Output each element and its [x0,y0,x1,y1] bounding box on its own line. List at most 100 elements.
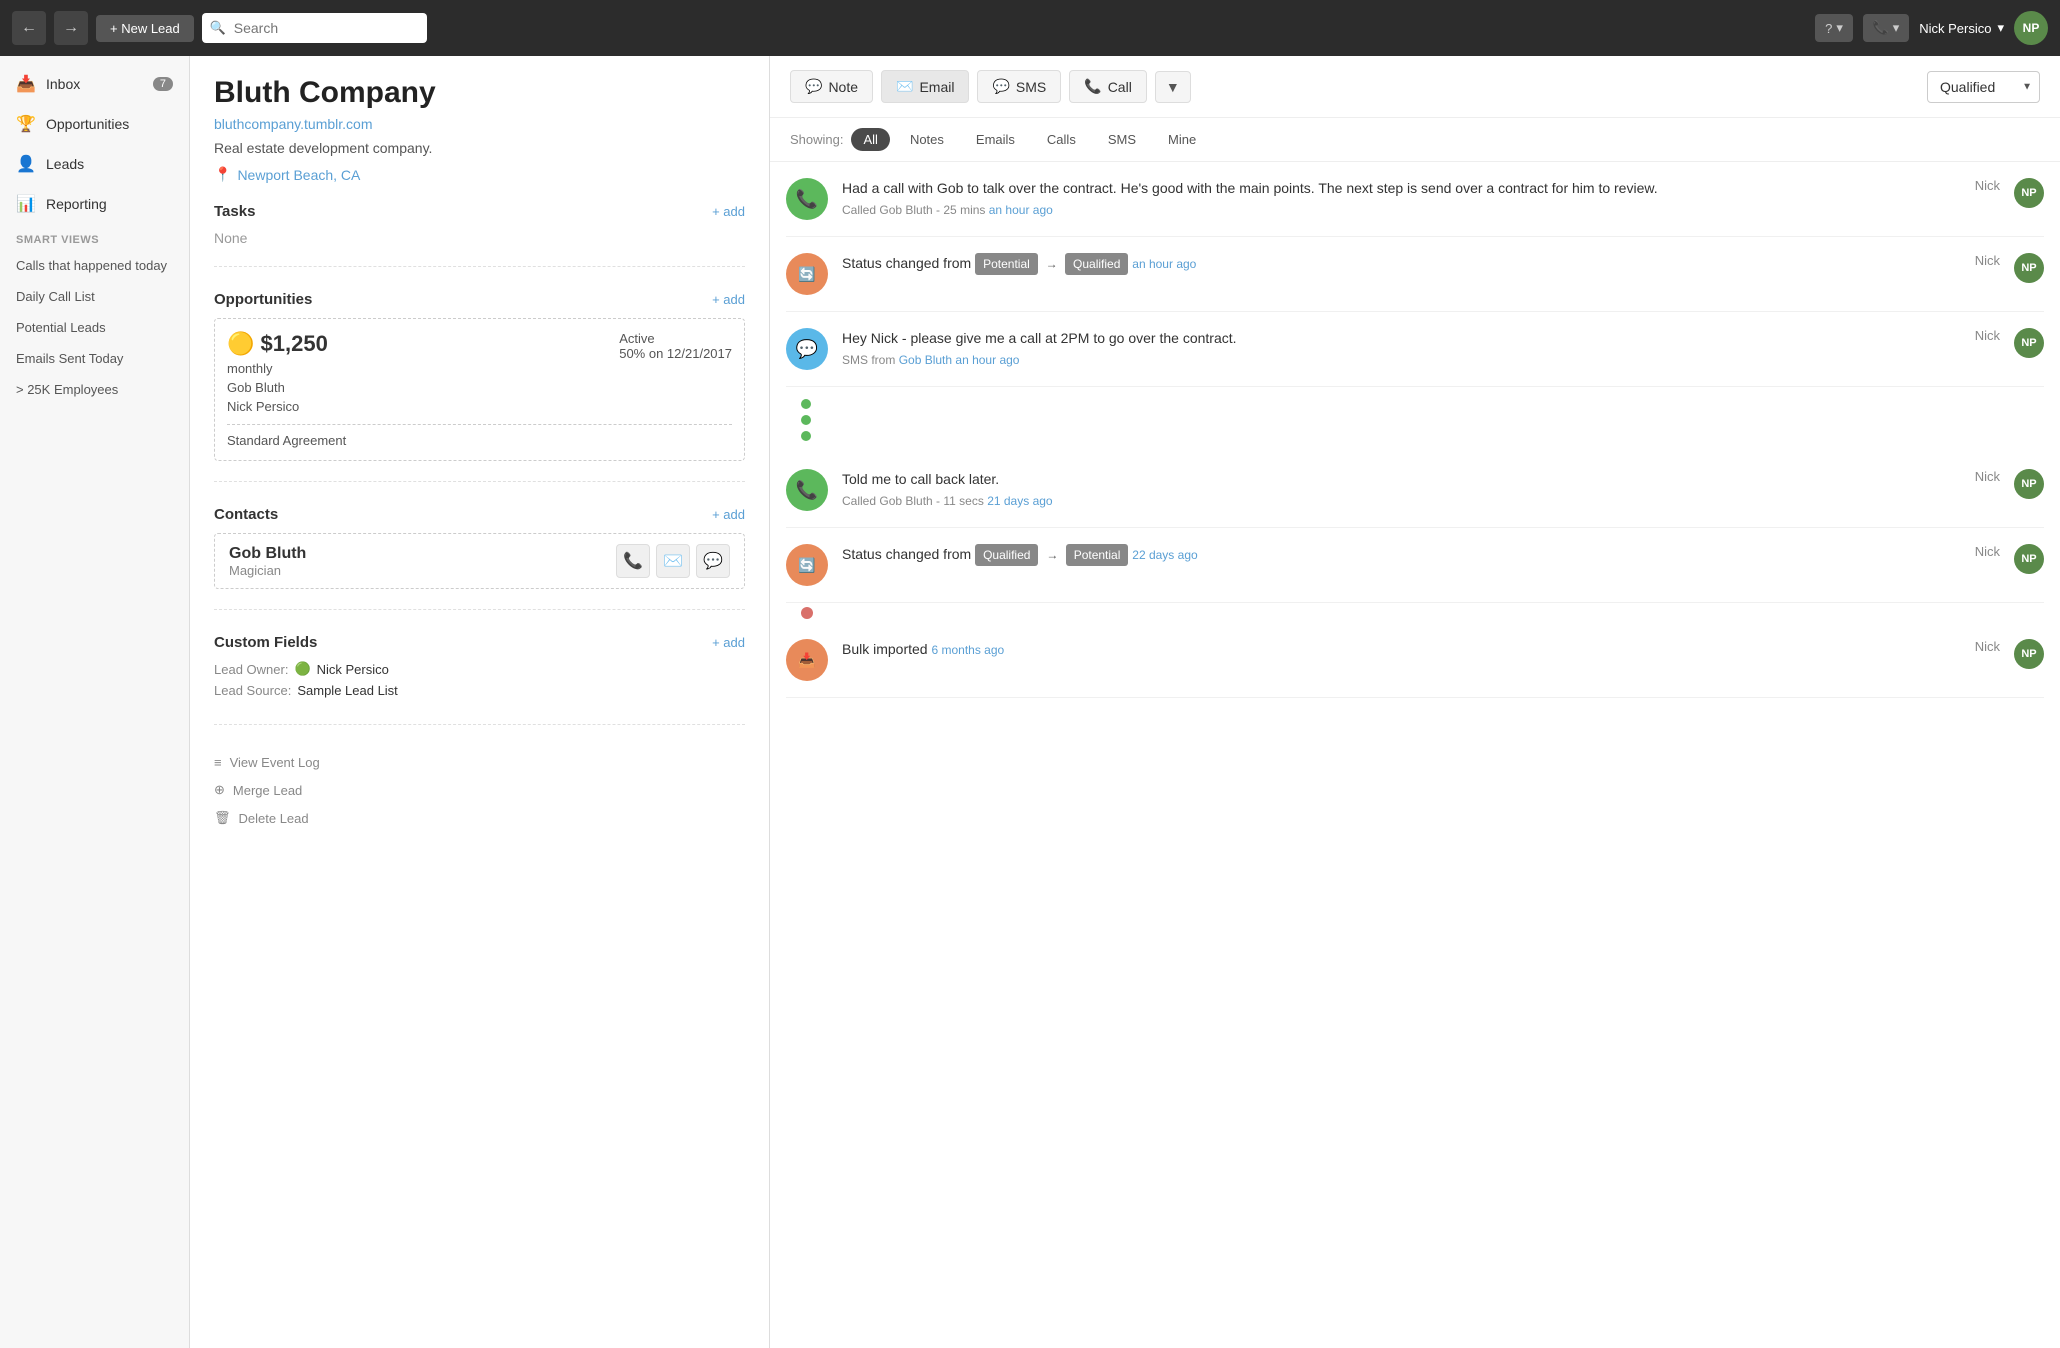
sidebar-item-inbox[interactable]: 📥 Inbox 7 [0,64,189,104]
sms-button[interactable]: 💬 SMS [977,70,1061,103]
sidebar-label-leads: Leads [46,156,84,172]
smart-view-calls-today[interactable]: Calls that happened today [0,250,189,281]
field-row-owner: Lead Owner: 🟢 Nick Persico [214,661,745,677]
activity-item-import: 📥 Bulk imported 6 months ago Nick NP [786,623,2044,698]
activity-time-1-val: an hour ago [989,203,1053,217]
filter-notes[interactable]: Notes [898,128,956,151]
user-name-label: Nick Persico [1919,21,1991,36]
more-actions-button[interactable]: ▼ [1155,71,1191,103]
lead-location[interactable]: 📍 Newport Beach, CA [214,166,745,183]
activity-content-call-2: Told me to call back later. Called Gob B… [842,469,1961,508]
filter-emails[interactable]: Emails [964,128,1027,151]
merge-lead-link[interactable]: ⊕ Merge Lead [214,776,745,804]
contact-sms-button[interactable]: 💬 [696,544,730,578]
activity-meta-call-2: Called Gob Bluth - 11 secs 21 days ago [842,494,1961,508]
activity-content-1: Had a call with Gob to talk over the con… [842,178,1961,217]
tasks-section: Tasks + add None [214,203,745,267]
status-select[interactable]: Qualified Potential Bad Timing [1927,71,2040,103]
opp-person2: Nick Persico [227,399,328,414]
email-button[interactable]: ✉️ Email [881,70,969,103]
smart-view-daily-call-list[interactable]: Daily Call List [0,281,189,312]
sms-meta-prefix: SMS from [842,353,895,367]
activity-content-sms: Hey Nick - please give me a call at 2PM … [842,328,1961,367]
opp-amount: 🟡 $1,250 [227,331,328,357]
location-icon: 📍 [214,166,231,183]
user-button[interactable]: Nick Persico ▾ [1919,20,2004,36]
phone-button[interactable]: 📞 ▾ [1863,14,1909,42]
inbox-icon: 📥 [16,74,36,94]
opp-person1: Gob Bluth [227,380,328,395]
filter-mine[interactable]: Mine [1156,128,1208,151]
dots-container [801,391,811,449]
add-opportunity-button[interactable]: + add [712,292,745,307]
sms-label: SMS [1016,79,1046,95]
field-owner-value: Nick Persico [317,662,389,677]
status-icon-1: 🔄 [786,253,828,295]
delete-lead-link[interactable]: 🗑 Delete Lead [214,804,745,832]
activity-item-dot-single [786,603,2044,623]
contact-call-button[interactable]: 📞 [616,544,650,578]
smart-view-potential-leads[interactable]: Potential Leads [0,312,189,343]
sidebar: 📥 Inbox 7 🏆 Opportunities 👤 Leads 📊 Repo… [0,56,190,1348]
status-from-2: Qualified [975,544,1038,566]
add-contact-button[interactable]: + add [712,507,745,522]
note-icon: 💬 [805,78,822,95]
add-task-button[interactable]: + add [712,204,745,219]
status-select-wrap: Qualified Potential Bad Timing [1927,71,2040,103]
activity-item-dots [786,387,2044,453]
contacts-section: Contacts + add Gob Bluth Magician 📞 ✉️ 💬 [214,506,745,610]
activity-actions: 💬 Note ✉️ Email 💬 SMS 📞 Call [790,70,1919,103]
nav-right: ? ▾ 📞 ▾ Nick Persico ▾ NP [1815,11,2048,45]
opp-icon: 🟡 [227,331,254,356]
activity-item-status-2: 🔄 Status changed from Qualified → Potent… [786,528,2044,603]
view-event-log-link[interactable]: ≡ View Event Log [214,749,745,776]
call2-meta: Called Gob Bluth - 11 secs [842,494,984,508]
filter-sms[interactable]: SMS [1096,128,1148,151]
import-icon: 📥 [786,639,828,681]
contact-email-button[interactable]: ✉️ [656,544,690,578]
add-custom-field-button[interactable]: + add [712,635,745,650]
note-label: Note [828,79,858,95]
sidebar-item-leads[interactable]: 👤 Leads [0,144,189,184]
new-lead-button[interactable]: + New Lead [96,15,194,42]
reporting-icon: 📊 [16,194,36,214]
activity-content-import: Bulk imported 6 months ago [842,639,1961,664]
lead-website[interactable]: bluthcompany.tumblr.com [214,116,745,132]
note-button[interactable]: 💬 Note [790,70,873,103]
contact-actions: 📞 ✉️ 💬 [616,544,730,578]
contacts-title: Contacts [214,506,278,523]
smart-view-emails-sent[interactable]: Emails Sent Today [0,343,189,374]
back-button[interactable]: ← [12,11,46,45]
forward-button[interactable]: → [54,11,88,45]
status-to-2: Potential [1066,544,1129,566]
opportunities-title: Opportunities [214,291,312,308]
sms-icon-bubble: 💬 [786,328,828,370]
import-prefix: Bulk imported [842,641,928,657]
contact-info: Gob Bluth Magician [229,545,306,578]
opp-top: 🟡 $1,250 monthly Gob Bluth Nick Persico … [227,331,732,414]
user-avatar-call2: NP [2014,469,2044,499]
help-button[interactable]: ? ▾ [1815,14,1853,42]
call-icon-1: 📞 [786,178,828,220]
leads-icon: 👤 [16,154,36,174]
status-time-2: 22 days ago [1132,548,1197,562]
call2-time: 21 days ago [987,494,1052,508]
activity-user-s2: Nick [1975,544,2000,559]
user-avatar-1: NP [2014,178,2044,208]
filter-calls[interactable]: Calls [1035,128,1088,151]
smart-view-25k-employees[interactable]: > 25K Employees [0,374,189,405]
sidebar-label-opportunities: Opportunities [46,116,129,132]
sidebar-item-opportunities[interactable]: 🏆 Opportunities [0,104,189,144]
status-prefix-1: Status changed from [842,255,971,271]
activity-meta-1: Called Gob Bluth - 25 mins an hour ago [842,203,1961,217]
activity-user-sms: Nick [1975,328,2000,343]
sidebar-item-reporting[interactable]: 📊 Reporting [0,184,189,224]
tasks-title: Tasks [214,203,255,220]
contacts-header: Contacts + add [214,506,745,523]
call-button[interactable]: 📞 Call [1069,70,1147,103]
user-avatar-s2: NP [2014,544,2044,574]
search-input[interactable] [202,13,427,43]
filter-all[interactable]: All [851,128,889,151]
activity-text-status-1: Status changed from Potential → Qualifie… [842,253,1961,275]
opp-right: Active 50% on 12/21/2017 [619,331,732,414]
